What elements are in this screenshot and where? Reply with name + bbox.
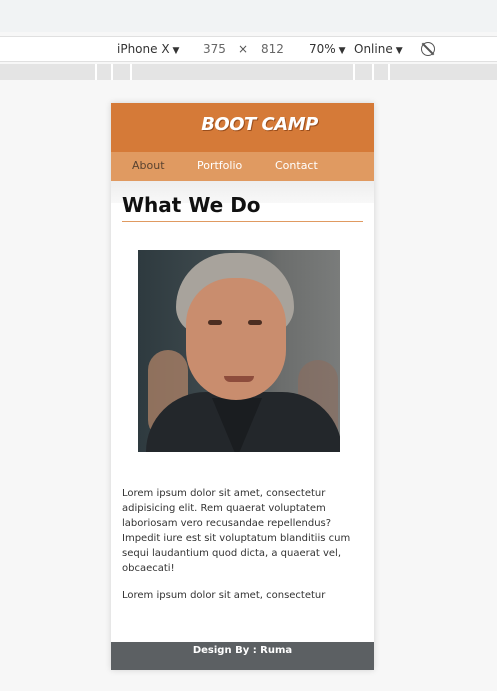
ruler-tick — [372, 64, 374, 80]
nav-link-portfolio[interactable]: Portfolio — [197, 159, 242, 172]
eye-shape — [248, 320, 262, 325]
eye-shape — [208, 320, 222, 325]
throttle-select[interactable]: Online ▼ — [354, 42, 403, 56]
body-paragraph: Lorem ipsum dolor sit amet, consectetur — [122, 590, 326, 601]
caret-down-icon: ▼ — [172, 46, 180, 56]
section-title: What We Do — [122, 193, 363, 222]
ruler-tick — [95, 64, 97, 80]
site-nav: About Portfolio Contact — [111, 152, 374, 181]
rotate-icon[interactable] — [421, 42, 435, 56]
height-field[interactable]: 812 — [261, 42, 284, 56]
site-logo[interactable]: BOOT CAMP — [201, 114, 318, 135]
device-viewport: BOOT CAMP About Portfolio Contact What W… — [111, 103, 374, 670]
dimension-separator: × — [238, 42, 249, 56]
caret-down-icon: ▼ — [338, 46, 346, 56]
width-field[interactable]: 375 — [203, 42, 226, 56]
browser-top-strip — [0, 0, 497, 32]
main-content: What We Do Lorem ipsum dolor sit amet, c… — [111, 193, 374, 603]
site-footer: Design By : Ruma — [111, 642, 374, 670]
nav-link-contact[interactable]: Contact — [275, 159, 318, 172]
mouth-shape — [224, 376, 254, 382]
ruler-tick — [388, 64, 390, 80]
ruler-tick — [353, 64, 355, 80]
device-toolbar: iPhone X ▼ 375 × 812 70% ▼ Online ▼ — [0, 36, 497, 62]
site-header: BOOT CAMP — [111, 103, 374, 152]
caret-down-icon: ▼ — [395, 46, 403, 56]
device-select[interactable]: iPhone X ▼ — [117, 42, 179, 56]
body-paragraph: Lorem ipsum dolor sit amet, consectetur … — [122, 488, 351, 574]
media-query-ruler[interactable] — [0, 64, 497, 80]
profile-photo — [138, 250, 340, 452]
nav-link-about[interactable]: About — [132, 159, 165, 172]
ruler-tick — [111, 64, 113, 80]
zoom-select[interactable]: 70% ▼ — [309, 42, 346, 56]
ruler-tick — [130, 64, 132, 80]
